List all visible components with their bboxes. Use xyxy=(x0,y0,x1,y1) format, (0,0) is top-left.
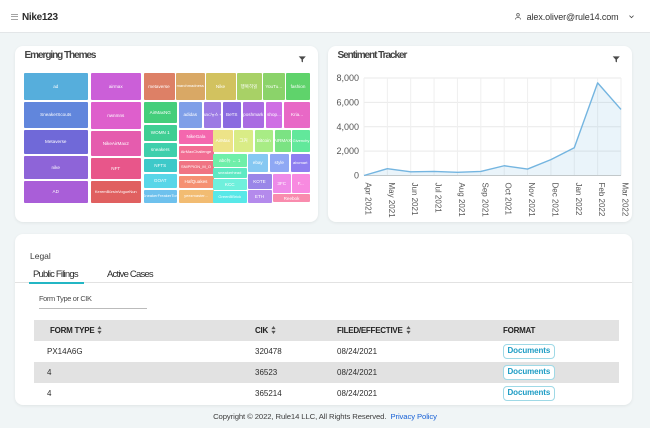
svg-text:Dec 2021: Dec 2021 xyxy=(550,182,559,217)
svg-text:Jun 2021: Jun 2021 xyxy=(410,182,419,215)
svg-text:8,000: 8,000 xyxy=(336,73,359,83)
svg-text:Jan 2022: Jan 2022 xyxy=(574,182,583,215)
svg-text:6,000: 6,000 xyxy=(336,97,359,107)
svg-text:Apr 2021: Apr 2021 xyxy=(364,182,373,215)
svg-text:Aug 2021: Aug 2021 xyxy=(457,182,466,217)
svg-text:Sep 2021: Sep 2021 xyxy=(480,182,489,217)
svg-text:Nov 2021: Nov 2021 xyxy=(527,182,536,217)
svg-text:Mar 2022: Mar 2022 xyxy=(621,182,630,216)
svg-text:Jul 2021: Jul 2021 xyxy=(434,182,443,213)
svg-text:Oct 2021: Oct 2021 xyxy=(504,182,513,215)
svg-text:4,000: 4,000 xyxy=(336,121,359,131)
svg-text:2,000: 2,000 xyxy=(336,146,359,156)
svg-text:Feb 2022: Feb 2022 xyxy=(597,182,606,216)
svg-text:0: 0 xyxy=(354,170,359,180)
svg-text:May 2021: May 2021 xyxy=(387,182,396,218)
